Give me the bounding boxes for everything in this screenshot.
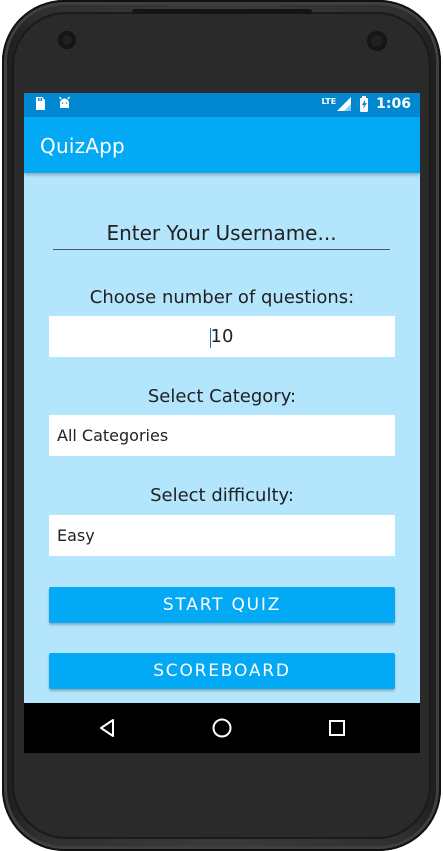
navigation-bar	[24, 703, 420, 753]
status-right-icons: LTE 1:06	[321, 95, 411, 113]
start-quiz-button[interactable]: START QUIZ	[49, 587, 395, 623]
battery-icon	[358, 95, 370, 113]
username-input[interactable]	[53, 217, 390, 250]
questions-field-container[interactable]	[49, 316, 395, 357]
questions-label: Choose number of questions:	[89, 287, 355, 308]
android-icon	[57, 96, 72, 111]
scoreboard-button[interactable]: SCOREBOARD	[49, 653, 395, 689]
difficulty-selected-value: Easy	[57, 526, 95, 545]
recent-apps-icon[interactable]	[326, 717, 348, 739]
questions-input[interactable]	[182, 321, 262, 352]
category-select[interactable]: All Categories	[49, 415, 395, 456]
signal-icon	[336, 96, 352, 112]
sd-card-icon	[34, 96, 46, 111]
app-bar: QuizApp	[24, 117, 420, 173]
front-camera	[367, 31, 387, 51]
status-left-icons	[34, 96, 72, 111]
text-cursor	[210, 328, 211, 348]
difficulty-label: Select difficulty:	[150, 485, 294, 506]
status-time: 1:06	[376, 96, 411, 112]
home-icon[interactable]	[211, 717, 233, 739]
network-type: LTE	[321, 96, 337, 106]
difficulty-select[interactable]: Easy	[49, 515, 395, 556]
app-screen: LTE 1:06 QuizApp Choose number of questi…	[24, 93, 420, 753]
status-bar: LTE 1:06	[24, 93, 420, 117]
category-label: Select Category:	[147, 386, 297, 407]
app-title: QuizApp	[40, 134, 125, 158]
back-icon[interactable]	[96, 717, 118, 739]
category-selected-value: All Categories	[57, 426, 169, 445]
front-sensor	[58, 31, 76, 49]
phone-speaker	[131, 9, 312, 14]
